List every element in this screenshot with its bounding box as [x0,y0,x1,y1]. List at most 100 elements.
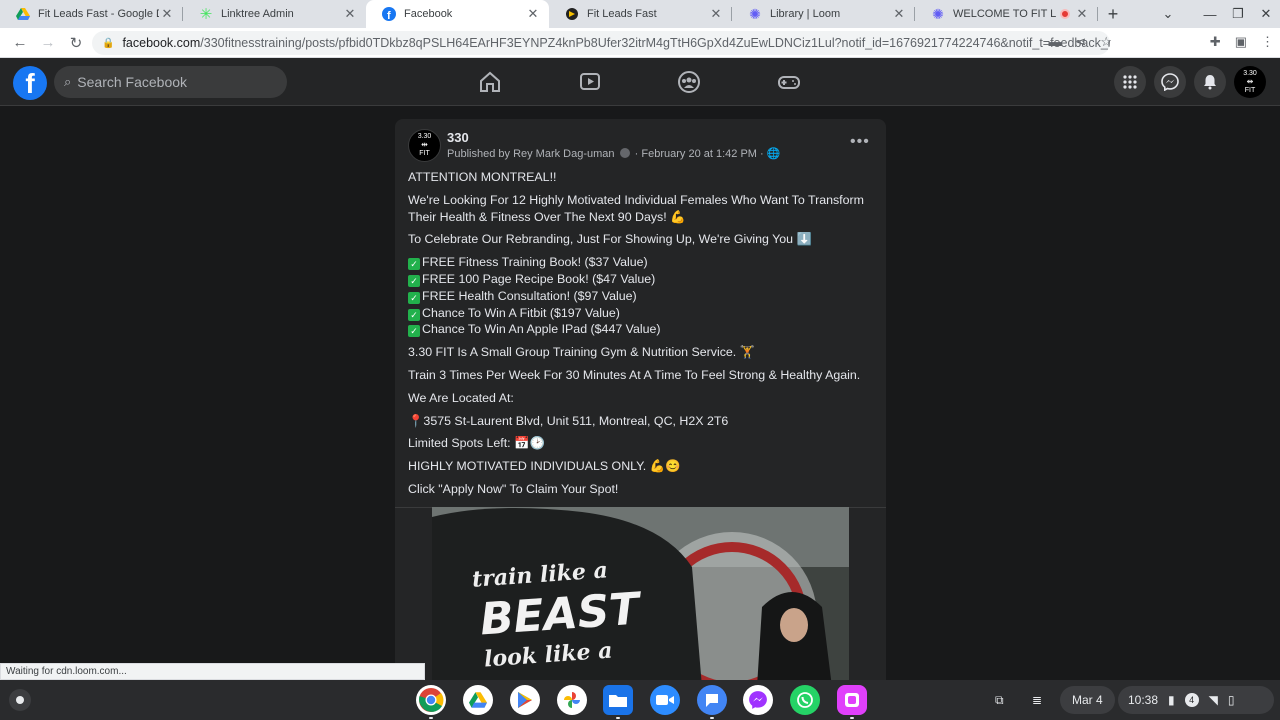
facebook-search[interactable]: ⌕ Search Facebook [54,66,287,98]
facebook-logo[interactable]: f [13,66,47,100]
share-icon[interactable]: ⋖ [1075,34,1086,50]
more-options-icon[interactable]: ••• [850,133,870,151]
loom-icon: ✺ [749,5,761,22]
zoom-icon[interactable] [650,685,680,715]
play-store-icon[interactable] [510,685,540,715]
linktree-icon: ✳ [199,6,213,23]
tab-loom-library[interactable]: ✺ Library | Loom ✕ [732,0,915,28]
close-tab-icon[interactable]: ✕ [159,6,175,22]
back-icon[interactable]: ← [6,34,34,51]
post-text: 3.30 FIT Is A Small Group Training Gym &… [408,345,756,360]
os-shelf: ⧉ ≣ Mar 4 10:38 ▮ 4 ◥ ▯ [0,680,1280,720]
post-text: 📍3575 St-Laurent Blvd, Unit 511, Montrea… [408,413,729,428]
page-name[interactable]: 330 [447,130,469,145]
side-panel-icon[interactable]: ▣ [1235,34,1247,50]
wifi-icon: ◥ [1208,693,1218,707]
chat-icon[interactable] [697,685,727,719]
close-tab-icon[interactable]: ✕ [525,6,541,22]
meta-separator: · [760,148,764,160]
post-text: Limited Spots Left: 📅🕑 [408,436,545,451]
facebook-icon: f [382,7,396,21]
home-icon[interactable] [478,70,502,94]
minimize-icon[interactable]: — [1196,7,1224,22]
launcher-icon[interactable] [9,689,31,711]
post-text: Train 3 Times Per Week For 30 Minutes At… [408,367,861,382]
tab-loom-welcome[interactable]: ✺ WELCOME TO FIT LEADS ✕ [915,0,1098,28]
avatar-text: 3.30 [1243,69,1257,77]
loom-icon: ✺ [932,5,944,22]
chrome-icon[interactable] [416,685,446,719]
publisher-name[interactable]: Rey Mark Dag-uman [513,148,614,160]
photos-icon[interactable] [557,685,587,715]
info-icon[interactable] [619,148,630,158]
extension-actions: ✚ ▣ ⋮ [1210,34,1274,50]
url-actions: ▬ ⋖ ☆ [1048,34,1112,50]
clipboard-icon[interactable]: ≣ [1032,680,1042,720]
url-bar[interactable]: 🔒 facebook.com /330fitnesstraining/posts… [92,31,1110,55]
canvas-app-icon[interactable] [837,685,867,719]
new-tab-button[interactable]: + [1098,0,1128,28]
reload-icon[interactable]: ↻ [62,34,90,52]
meta-prefix: Published by [447,148,510,160]
gaming-icon[interactable] [777,70,801,94]
tab-title: Fit Leads Fast [587,8,657,20]
tab-search-icon[interactable]: ⌄ [1154,6,1182,22]
tab-linktree[interactable]: ✳ Linktree Admin ✕ [183,0,366,28]
bookmark-star-icon[interactable]: ☆ [1100,34,1112,50]
google-drive-icon [16,7,30,21]
post-body: ATTENTION MONTREAL!! We're Looking For 1… [408,169,878,504]
watch-icon[interactable] [578,70,602,94]
offer-item: FREE Health Consultation! ($97 Value) [422,288,637,303]
screen-capture-icon[interactable]: ⧉ [995,680,1004,720]
post-meta: Published by Rey Mark Dag-uman · Februar… [447,147,780,160]
whatsapp-icon[interactable] [790,685,820,715]
close-tab-icon[interactable]: ✕ [1074,6,1090,22]
notification-count: 4 [1184,693,1199,707]
search-icon: ⌕ [64,74,72,89]
battery-level-icon: ▯ [1227,693,1235,707]
avatar-text: 3.30 [417,133,432,140]
account-avatar[interactable]: 3.30 ⇹ FIT [1234,66,1266,98]
window-controls: ⌄ — ❐ ✕ [1154,0,1280,28]
page-avatar[interactable]: 3.30 ⇹ FIT [408,129,441,162]
close-window-icon[interactable]: ✕ [1252,6,1280,22]
files-icon[interactable] [603,685,633,719]
avatar-text: FIT [419,150,430,157]
tab-google-drive[interactable]: Fit Leads Fast - Google Drive ✕ [0,0,183,28]
messenger-icon[interactable] [1154,66,1186,98]
menu-icon[interactable]: ⋮ [1261,34,1274,50]
check-icon: ✓ [408,325,420,338]
battery-icon: ▮ [1168,693,1175,707]
extensions-icon[interactable]: ✚ [1210,34,1221,50]
post-text: ATTENTION MONTREAL!! [408,170,557,184]
check-icon: ✓ [408,291,420,304]
google-drive-app-icon[interactable] [463,685,493,715]
status-area[interactable]: 10:38 ▮ 4 ◥ ▯ [1118,686,1274,714]
lock-icon: 🔒 [102,37,115,49]
close-tab-icon[interactable]: ✕ [708,6,724,22]
recording-icon [1060,9,1070,19]
tab-fit-leads-fast[interactable]: Fit Leads Fast ✕ [549,0,732,28]
post-text: HIGHLY MOTIVATED INDIVIDUALS ONLY. 💪😊 [408,459,681,474]
check-icon: ✓ [408,258,420,271]
messenger-app-icon[interactable] [743,685,773,715]
groups-icon[interactable] [677,70,701,94]
post-photo[interactable]: train like a BEAST look like a [432,507,849,687]
restore-icon[interactable]: ❐ [1224,6,1252,22]
url-path: /330fitnesstraining/posts/pfbid0TDkbz8qP… [200,36,1110,50]
menu-grid-icon[interactable] [1114,66,1146,98]
address-toolbar: ← → ↻ 🔒 facebook.com /330fitnesstraining… [0,28,1280,58]
close-tab-icon[interactable]: ✕ [342,6,358,22]
browser-tab-strip: Fit Leads Fast - Google Drive ✕ ✳ Linktr… [0,0,1280,28]
close-tab-icon[interactable]: ✕ [891,6,907,22]
meta-separator: · [634,148,639,160]
camera-icon[interactable]: ▬ [1048,34,1061,50]
clock-time: 10:38 [1128,693,1159,707]
notifications-bell-icon[interactable] [1194,66,1226,98]
offer-list: ✓ FREE Fitness Training Book! ($37 Value)… [408,254,878,338]
calendar-date[interactable]: Mar 4 [1060,686,1115,714]
tab-facebook[interactable]: f Facebook ✕ [366,0,549,28]
check-icon: ✓ [408,274,420,287]
forward-icon[interactable]: → [34,34,62,51]
post-date[interactable]: February 20 at 1:42 PM [641,148,757,160]
